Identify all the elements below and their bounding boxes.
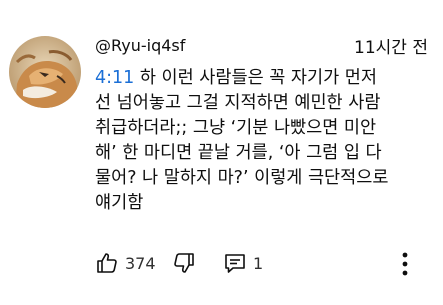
- like-button[interactable]: 374: [95, 248, 156, 278]
- comment-line: 해’ 한 마디면 끝날 거를, ‘아 그럼 입 다: [95, 143, 382, 163]
- avatar[interactable]: [9, 36, 81, 108]
- comment-posted-time: 11시간 전: [354, 38, 428, 58]
- reply-count: 1: [253, 253, 264, 273]
- comment-line: 선 넘어놓고 그걸 지적하면 예민한 사람: [95, 93, 381, 113]
- thumbs-down-icon: [174, 253, 194, 273]
- like-count: 374: [125, 253, 156, 273]
- dislike-button[interactable]: [172, 248, 196, 278]
- comment-line: 4:11 하 이런 사람들은 꼭 자기가 먼저: [95, 66, 435, 91]
- avatar-image: [9, 36, 81, 108]
- timestamp-link[interactable]: 4:11: [95, 68, 134, 88]
- comment-item: @Ryu-iq4sf 11시간 전 4:11 하 이런 사람들은 꼭 자기가 먼…: [0, 0, 443, 305]
- thumbs-up-icon: [97, 253, 117, 273]
- comment-line: 취급하더라;; 그냥 ‘기분 나빴으면 미안: [95, 118, 377, 138]
- more-vertical-icon: [402, 252, 408, 276]
- comment-line: 얘기함: [95, 193, 144, 213]
- comment-text: 4:11 하 이런 사람들은 꼭 자기가 먼저 선 넘어놓고 그걸 지적하면 예…: [95, 66, 435, 216]
- comment-line-text: 하 이런 사람들은 꼭 자기가 먼저: [134, 68, 377, 88]
- comment-line: 물어? 나 말하지 마?’ 이렇게 극단적으로: [95, 168, 389, 188]
- comment-actions: 374 1: [95, 248, 435, 278]
- more-options-button[interactable]: [393, 249, 417, 279]
- reply-comment-icon: [225, 254, 245, 273]
- comment-author-handle[interactable]: @Ryu-iq4sf: [95, 36, 185, 56]
- reply-button[interactable]: 1: [223, 248, 263, 278]
